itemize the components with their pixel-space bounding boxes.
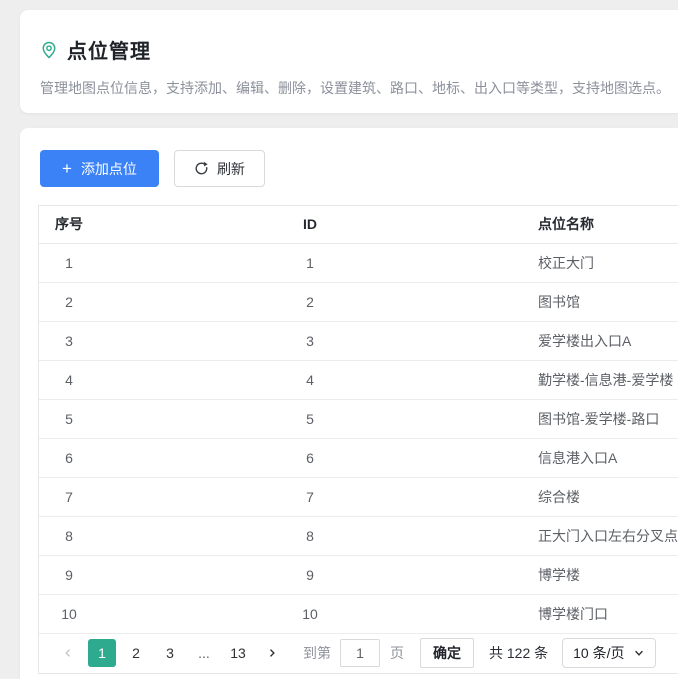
cell-index: 4 (39, 360, 99, 399)
prev-page-button[interactable] (54, 639, 82, 667)
cell-id: 5 (99, 399, 521, 438)
points-table: 序号 ID 点位名称 1 1 校正大门 2 2 图书馆 3 3 (39, 206, 678, 634)
cell-index: 1 (39, 243, 99, 282)
page-button-1[interactable]: 1 (88, 639, 116, 667)
page-button-3[interactable]: 3 (156, 639, 184, 667)
table-row: 2 2 图书馆 (39, 282, 678, 321)
main-card: + 添加点位 刷新 序号 ID 点位名称 (20, 128, 678, 679)
cell-id: 1 (99, 243, 521, 282)
plus-icon: + (62, 160, 72, 177)
cell-index: 2 (39, 282, 99, 321)
cell-id: 2 (99, 282, 521, 321)
chevron-left-icon (62, 647, 74, 659)
cell-index: 7 (39, 477, 99, 516)
cell-name: 博学楼 (521, 555, 678, 594)
table-row: 8 8 正大门入口左右分叉点 (39, 516, 678, 555)
cell-id: 3 (99, 321, 521, 360)
next-page-button[interactable] (258, 639, 286, 667)
cell-id: 10 (99, 594, 521, 633)
page-description: 管理地图点位信息，支持添加、编辑、删除，设置建筑、路口、地标、出入口等类型，支持… (40, 78, 678, 98)
cell-index: 6 (39, 438, 99, 477)
cell-name: 正大门入口左右分叉点 (521, 516, 678, 555)
cell-name: 校正大门 (521, 243, 678, 282)
goto-page-label: 到第 (303, 643, 331, 663)
table-row: 3 3 爱学楼出入口A (39, 321, 678, 360)
add-point-label: 添加点位 (81, 159, 137, 179)
cell-name: 爱学楼出入口A (521, 321, 678, 360)
cell-index: 8 (39, 516, 99, 555)
cell-name: 综合楼 (521, 477, 678, 516)
goto-page-input[interactable] (340, 639, 380, 667)
points-table-container: 序号 ID 点位名称 1 1 校正大门 2 2 图书馆 3 3 (38, 205, 678, 674)
add-point-button[interactable]: + 添加点位 (40, 150, 159, 187)
page-size-value: 10 条/页 (573, 643, 624, 663)
page-button-2[interactable]: 2 (122, 639, 150, 667)
table-header-row: 序号 ID 点位名称 (39, 206, 678, 243)
cell-id: 7 (99, 477, 521, 516)
table-row: 1 1 校正大门 (39, 243, 678, 282)
confirm-button[interactable]: 确定 (420, 638, 474, 668)
refresh-icon (194, 161, 209, 176)
cell-index: 10 (39, 594, 99, 633)
cell-index: 5 (39, 399, 99, 438)
page-size-select[interactable]: 10 条/页 (562, 638, 655, 668)
refresh-button[interactable]: 刷新 (174, 150, 265, 187)
column-header-name: 点位名称 (521, 206, 678, 243)
page-ellipsis: ... (190, 639, 218, 667)
header-card: 点位管理 管理地图点位信息，支持添加、编辑、删除，设置建筑、路口、地标、出入口等… (20, 10, 678, 113)
chevron-right-icon (266, 647, 278, 659)
column-header-index: 序号 (39, 206, 99, 243)
cell-name: 图书馆-爱学楼-路口 (521, 399, 678, 438)
page-title: 点位管理 (67, 35, 151, 64)
cell-name: 信息港入口A (521, 438, 678, 477)
table-row: 10 10 博学楼门口 (39, 594, 678, 633)
cell-name: 博学楼门口 (521, 594, 678, 633)
table-row: 4 4 勤学楼-信息港-爱学楼 (39, 360, 678, 399)
title-row: 点位管理 (40, 35, 678, 64)
page-unit-label: 页 (390, 643, 404, 663)
refresh-label: 刷新 (217, 159, 245, 179)
page-button-13[interactable]: 13 (224, 639, 252, 667)
cell-id: 9 (99, 555, 521, 594)
column-header-id: ID (99, 206, 521, 243)
cell-index: 9 (39, 555, 99, 594)
cell-name: 图书馆 (521, 282, 678, 321)
cell-id: 6 (99, 438, 521, 477)
cell-id: 4 (99, 360, 521, 399)
cell-name: 勤学楼-信息港-爱学楼 (521, 360, 678, 399)
table-row: 5 5 图书馆-爱学楼-路口 (39, 399, 678, 438)
table-row: 7 7 综合楼 (39, 477, 678, 516)
chevron-down-icon (633, 647, 645, 659)
toolbar: + 添加点位 刷新 (40, 150, 678, 187)
cell-id: 8 (99, 516, 521, 555)
total-count-label: 共 122 条 (489, 643, 548, 663)
pagination-bar: 1 2 3 ... 13 到第 页 确定 共 122 条 10 条/页 (39, 634, 678, 673)
location-pin-icon (40, 41, 58, 59)
table-row: 9 9 博学楼 (39, 555, 678, 594)
cell-index: 3 (39, 321, 99, 360)
table-row: 6 6 信息港入口A (39, 438, 678, 477)
